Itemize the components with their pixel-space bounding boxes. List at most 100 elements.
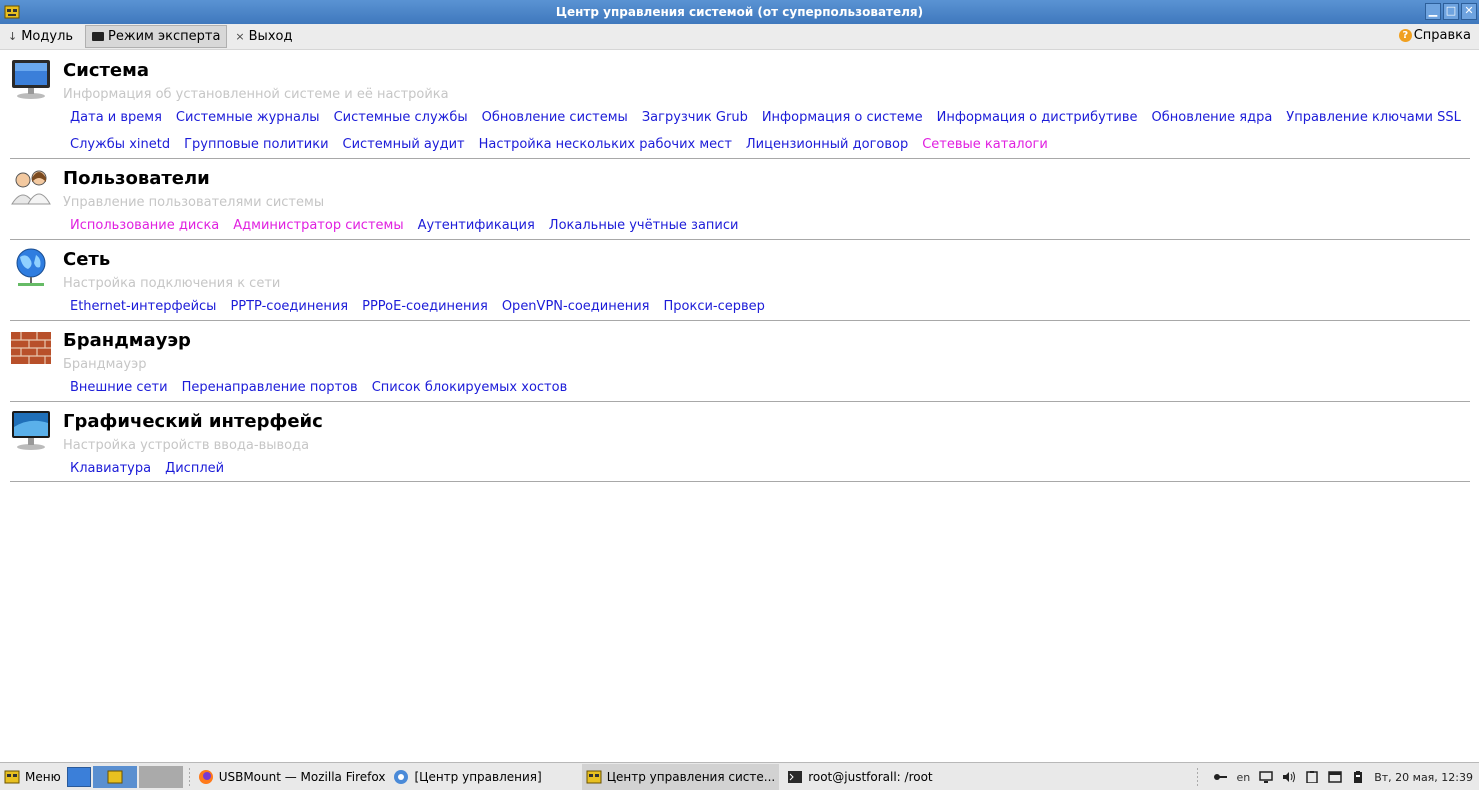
module-link-audit[interactable]: Системный аудит: [343, 137, 465, 152]
task-label: Центр управления систе...: [606, 769, 776, 784]
module-link-system-info[interactable]: Информация о системе: [762, 110, 923, 125]
start-menu-label: Меню: [25, 769, 61, 784]
minimize-button[interactable]: ▁: [1425, 3, 1441, 20]
module-link-local-accounts[interactable]: Локальные учётные записи: [549, 218, 739, 233]
help-button[interactable]: ? Справка: [1398, 28, 1471, 43]
section-links-row: Службы xinetd Групповые политики Системн…: [70, 137, 1048, 152]
module-link-port-forwarding[interactable]: Перенаправление портов: [182, 380, 358, 395]
section-firewall: Брандмауэр Брандмауэр Внешние сети Перен…: [10, 320, 1470, 402]
module-link-pptp[interactable]: PPTP-соединения: [230, 299, 348, 314]
module-link-display[interactable]: Дисплей: [165, 461, 224, 476]
maximize-button[interactable]: □: [1443, 3, 1459, 20]
monitor-icon[interactable]: [1259, 771, 1273, 783]
section-links-row: Внешние сети Перенаправление портов Спис…: [70, 380, 567, 395]
section-users: Пользователи Управление пользователями с…: [10, 158, 1470, 240]
terminal-icon: [788, 770, 803, 783]
module-link-license[interactable]: Лицензионный договор: [746, 137, 908, 152]
close-button[interactable]: ✕: [1461, 3, 1477, 20]
module-link-system-admin[interactable]: Администратор системы: [233, 218, 403, 233]
section-links-row: Клавиатура Дисплей: [70, 461, 224, 476]
module-link-external-networks[interactable]: Внешние сети: [70, 380, 168, 395]
task-label: USBMount — Mozilla Firefox: [218, 769, 386, 784]
desktop-3-icon: [138, 765, 183, 788]
module-link-disk-usage[interactable]: Использование диска: [70, 218, 219, 233]
system-tray: en Вт, 20 мая, 12:39: [1191, 763, 1473, 791]
module-link-system-logs[interactable]: Системные журналы: [176, 110, 320, 125]
desktop-1-icon: [66, 766, 91, 787]
module-link-grub[interactable]: Загрузчик Grub: [642, 110, 748, 125]
section-title: Система: [63, 60, 149, 81]
section-title: Брандмауэр: [63, 330, 191, 351]
monitor-icon: [92, 32, 105, 41]
module-link-authentication[interactable]: Аутентификация: [418, 218, 535, 233]
taskbar: Меню USBMount — Mozilla Firefox [Центр у…: [0, 762, 1479, 790]
volume-icon[interactable]: [1282, 771, 1296, 783]
key-icon[interactable]: [1213, 771, 1228, 783]
window-controls: ▁ □ ✕: [1425, 3, 1477, 20]
module-link-kernel-update[interactable]: Обновление ядра: [1152, 110, 1273, 125]
task-terminal[interactable]: root@justforall: /root: [787, 769, 933, 785]
module-link-openvpn[interactable]: OpenVPN-соединения: [502, 299, 650, 314]
module-link-keyboard[interactable]: Клавиатура: [70, 461, 151, 476]
clipboard-icon[interactable]: [1305, 771, 1319, 783]
firefox-icon: [198, 769, 213, 784]
section-links-row: Использование диска Администратор систем…: [70, 218, 738, 233]
section-graphical-interface: Графический интерфейс Настройка устройст…: [10, 401, 1470, 482]
section-description: Настройка подключения к сети: [63, 276, 281, 291]
task-firefox[interactable]: USBMount — Mozilla Firefox: [198, 769, 386, 785]
battery-icon[interactable]: [1351, 771, 1365, 783]
module-link-network-directories[interactable]: Сетевые каталоги: [922, 137, 1048, 152]
module-link-group-policies[interactable]: Групповые политики: [184, 137, 328, 152]
desktop-switcher[interactable]: [66, 765, 183, 788]
display-icon: [12, 411, 50, 450]
tray-separator: [1197, 768, 1199, 786]
close-icon: ✕: [1464, 4, 1474, 17]
module-link-blocked-hosts[interactable]: Список блокируемых хостов: [372, 380, 568, 395]
keyboard-layout-indicator[interactable]: en: [1236, 771, 1250, 784]
module-link-ethernet[interactable]: Ethernet-интерфейсы: [70, 299, 216, 314]
task-control-center-user[interactable]: [Центр управления]: [393, 769, 542, 785]
module-menu-label: Модуль: [21, 29, 74, 44]
module-link-system-update[interactable]: Обновление системы: [482, 110, 628, 125]
brick-wall-icon: [11, 332, 51, 364]
clock[interactable]: Вт, 20 мая, 12:39: [1374, 771, 1473, 784]
module-link-distro-info[interactable]: Информация о дистрибутиве: [937, 110, 1138, 125]
task-label: root@justforall: /root: [808, 769, 933, 784]
window-icon[interactable]: [1328, 771, 1342, 783]
module-link-date-time[interactable]: Дата и время: [70, 110, 162, 125]
module-link-multiseat[interactable]: Настройка нескольких рабочих мест: [479, 137, 732, 152]
window-titlebar[interactable]: Центр управления системой (от суперпольз…: [0, 0, 1479, 24]
start-menu-button[interactable]: Меню: [4, 769, 61, 785]
gear-icon: [394, 769, 409, 784]
task-control-center-active[interactable]: Центр управления систе...: [581, 763, 780, 790]
help-icon: ?: [1398, 29, 1412, 42]
control-center-app-icon: [4, 5, 20, 19]
section-system: Система Информация об установленной сист…: [10, 50, 1470, 159]
monitor-icon: [12, 60, 50, 99]
task-label: [Центр управления]: [414, 769, 542, 784]
section-description: Настройка устройств ввода-вывода: [63, 438, 310, 453]
users-icon: [11, 170, 51, 205]
expert-mode-toggle[interactable]: Режим эксперта: [85, 25, 228, 48]
exit-label: Выход: [248, 29, 293, 44]
module-link-xinetd[interactable]: Службы xinetd: [70, 137, 170, 152]
module-link-pppoe[interactable]: PPPoE-соединения: [362, 299, 488, 314]
help-label: Справка: [1413, 28, 1471, 43]
globe-network-icon: [16, 248, 46, 286]
window-title: Центр управления системой (от суперпольз…: [555, 5, 924, 19]
expert-mode-label: Режим эксперта: [108, 29, 221, 44]
exit-button[interactable]: × Выход: [229, 25, 298, 49]
maximize-icon: □: [1445, 4, 1457, 17]
section-network: Сеть Настройка подключения к сети Ethern…: [10, 239, 1470, 321]
module-link-system-services[interactable]: Системные службы: [334, 110, 468, 125]
module-link-ssl-keys[interactable]: Управление ключами SSL: [1286, 110, 1461, 125]
minimize-icon: ▁: [1428, 4, 1438, 17]
close-icon: ×: [235, 30, 245, 43]
control-center-icon: [586, 770, 602, 783]
section-title: Графический интерфейс: [63, 411, 323, 432]
section-title: Сеть: [63, 249, 111, 270]
section-description: Информация об установленной системе и её…: [63, 87, 449, 102]
module-link-proxy[interactable]: Прокси-сервер: [664, 299, 765, 314]
control-center-icon: [107, 770, 123, 783]
module-menu-button[interactable]: ↓ Модуль: [2, 25, 79, 49]
